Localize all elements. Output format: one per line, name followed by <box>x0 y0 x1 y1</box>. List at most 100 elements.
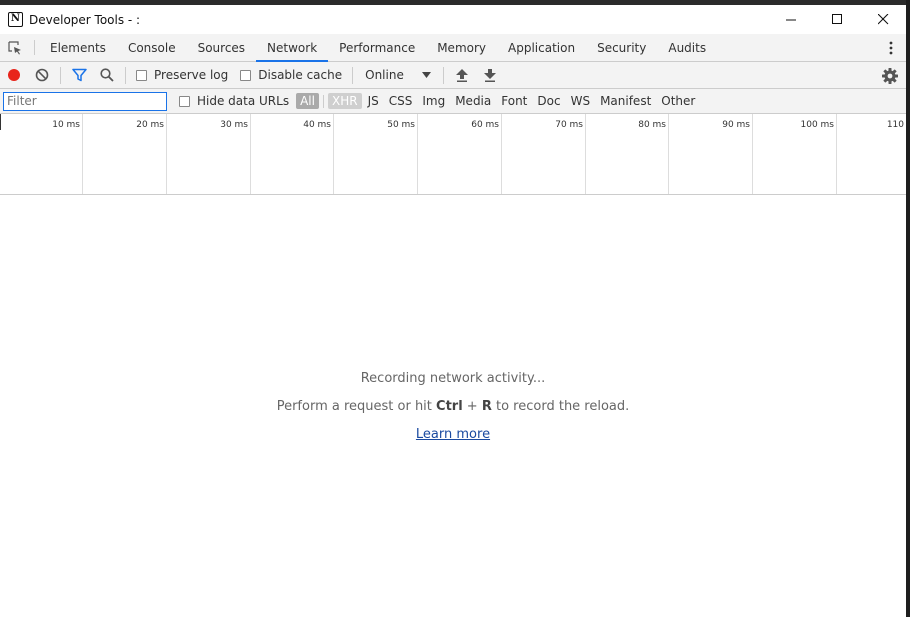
timeline-tick: 70 ms <box>555 114 586 194</box>
timeline-start-marker <box>0 114 1 130</box>
timeline-tick: 50 ms <box>387 114 418 194</box>
reload-hint-prefix: Perform a request or hit <box>276 399 432 414</box>
reload-hint: Perform a request or hit Ctrl + R to rec… <box>0 399 906 414</box>
empty-state-panel: Recording network activity... Perform a … <box>0 195 906 617</box>
hide-data-urls-label: Hide data URLs <box>197 94 290 108</box>
tab-console[interactable]: Console <box>117 34 187 61</box>
tick-label: 20 ms <box>136 120 164 130</box>
timeline-tick: 60 ms <box>471 114 502 194</box>
tick-label: 50 ms <box>387 120 415 130</box>
type-filter-css[interactable]: CSS <box>385 93 417 109</box>
timeline-tick: 10 ms <box>52 114 83 194</box>
tick-label: 80 ms <box>638 120 666 130</box>
shortcut-plus: + <box>466 399 478 414</box>
inspect-element-button[interactable] <box>0 34 30 61</box>
learn-more-link[interactable]: Learn more <box>416 427 490 442</box>
tab-network[interactable]: Network <box>256 34 329 62</box>
inspect-cursor-icon <box>8 40 21 54</box>
timeline-tick: 20 ms <box>136 114 167 194</box>
search-button[interactable] <box>93 62 121 89</box>
toolbar-separator <box>352 66 354 84</box>
kebab-menu-icon <box>889 41 893 55</box>
type-filter-doc[interactable]: Doc <box>533 93 564 109</box>
tab-sources[interactable]: Sources <box>187 34 256 61</box>
app-logo-icon: N <box>8 12 23 27</box>
type-filter-all[interactable]: All <box>296 93 319 109</box>
upload-arrow-icon <box>456 68 469 82</box>
filter-funnel-icon <box>71 68 87 82</box>
download-arrow-icon <box>484 68 497 82</box>
toolbar-separator <box>443 66 445 84</box>
record-button[interactable] <box>0 62 28 89</box>
type-filter-font[interactable]: Font <box>497 93 531 109</box>
tick-label: 60 ms <box>471 120 499 130</box>
disable-cache-label: Disable cache <box>258 68 343 82</box>
tick-label: 100 ms <box>800 120 835 130</box>
close-icon <box>877 14 888 25</box>
dropdown-arrow-icon <box>422 72 432 78</box>
type-filter-xhr[interactable]: XHR <box>327 93 362 109</box>
search-icon <box>100 68 114 82</box>
checkbox-box[interactable] <box>179 95 190 107</box>
title-bar: N Developer Tools - : <box>0 5 906 34</box>
shortcut-key-r: R <box>481 399 492 414</box>
throttling-select[interactable]: Online <box>357 68 439 82</box>
checkbox-box[interactable] <box>136 69 147 81</box>
learn-more-row: Learn more <box>0 427 906 442</box>
window-title: Developer Tools - : <box>29 12 141 27</box>
tab-application[interactable]: Application <box>497 34 586 61</box>
minimize-button[interactable] <box>768 5 814 34</box>
tab-audits[interactable]: Audits <box>657 34 717 61</box>
tick-label: 110 <box>886 120 904 130</box>
network-toolbar: Preserve log Disable cache Online <box>0 62 906 89</box>
tab-separator <box>34 40 35 55</box>
timeline-tick: 40 ms <box>303 114 334 194</box>
import-har-button[interactable] <box>448 62 476 89</box>
maximize-icon <box>831 14 842 24</box>
tab-performance[interactable]: Performance <box>328 34 426 61</box>
toolbar-separator <box>125 66 126 84</box>
type-filter-manifest[interactable]: Manifest <box>596 93 655 109</box>
disable-cache-checkbox[interactable]: Disable cache <box>240 68 342 82</box>
tick-label: 10 ms <box>52 120 80 130</box>
timeline-tick: 30 ms <box>220 114 251 194</box>
type-filter-ws[interactable]: WS <box>567 93 594 109</box>
filter-input[interactable] <box>3 91 167 111</box>
preserve-log-checkbox[interactable]: Preserve log <box>136 68 228 82</box>
close-button[interactable] <box>860 5 906 34</box>
reload-hint-suffix: to record the reload. <box>496 399 630 414</box>
shortcut-key-ctrl: Ctrl <box>436 399 463 414</box>
type-filter-img[interactable]: Img <box>418 93 449 109</box>
tick-label: 90 ms <box>722 120 750 130</box>
tab-memory[interactable]: Memory <box>426 34 497 61</box>
timeline-tick: 90 ms <box>722 114 753 194</box>
type-filter-js[interactable]: JS <box>364 93 383 109</box>
preserve-log-label: Preserve log <box>154 68 229 82</box>
maximize-button[interactable] <box>814 5 860 34</box>
filter-bar: Hide data URLs All XHR JS CSS Img Media … <box>0 89 906 114</box>
tab-elements[interactable]: Elements <box>39 34 117 61</box>
tab-security[interactable]: Security <box>586 34 657 61</box>
export-har-button[interactable] <box>476 62 504 89</box>
window-right-edge <box>906 0 910 617</box>
type-filter-media[interactable]: Media <box>451 93 495 109</box>
devtools-tab-bar: Elements Console Sources Network Perform… <box>0 34 906 62</box>
filter-separator <box>322 94 324 108</box>
clear-button[interactable] <box>28 62 56 89</box>
record-icon <box>8 69 20 81</box>
hide-data-urls-checkbox[interactable]: Hide data URLs <box>179 94 289 108</box>
recording-message: Recording network activity... <box>360 371 546 386</box>
window-controls <box>768 5 906 34</box>
network-settings-button[interactable] <box>880 62 900 89</box>
clear-icon <box>35 68 49 82</box>
minimize-icon <box>785 19 796 21</box>
toolbar-separator <box>60 66 61 84</box>
gear-icon <box>882 67 898 84</box>
type-filter-other[interactable]: Other <box>657 93 699 109</box>
more-options-button[interactable] <box>880 34 902 62</box>
filter-toggle-button[interactable] <box>65 62 93 89</box>
network-overview-timeline[interactable]: 10 ms 20 ms 30 ms 40 ms 50 ms 60 ms 70 m… <box>0 114 906 195</box>
tick-label: 40 ms <box>303 120 331 130</box>
checkbox-box[interactable] <box>240 69 252 81</box>
throttling-value: Online <box>365 68 404 82</box>
